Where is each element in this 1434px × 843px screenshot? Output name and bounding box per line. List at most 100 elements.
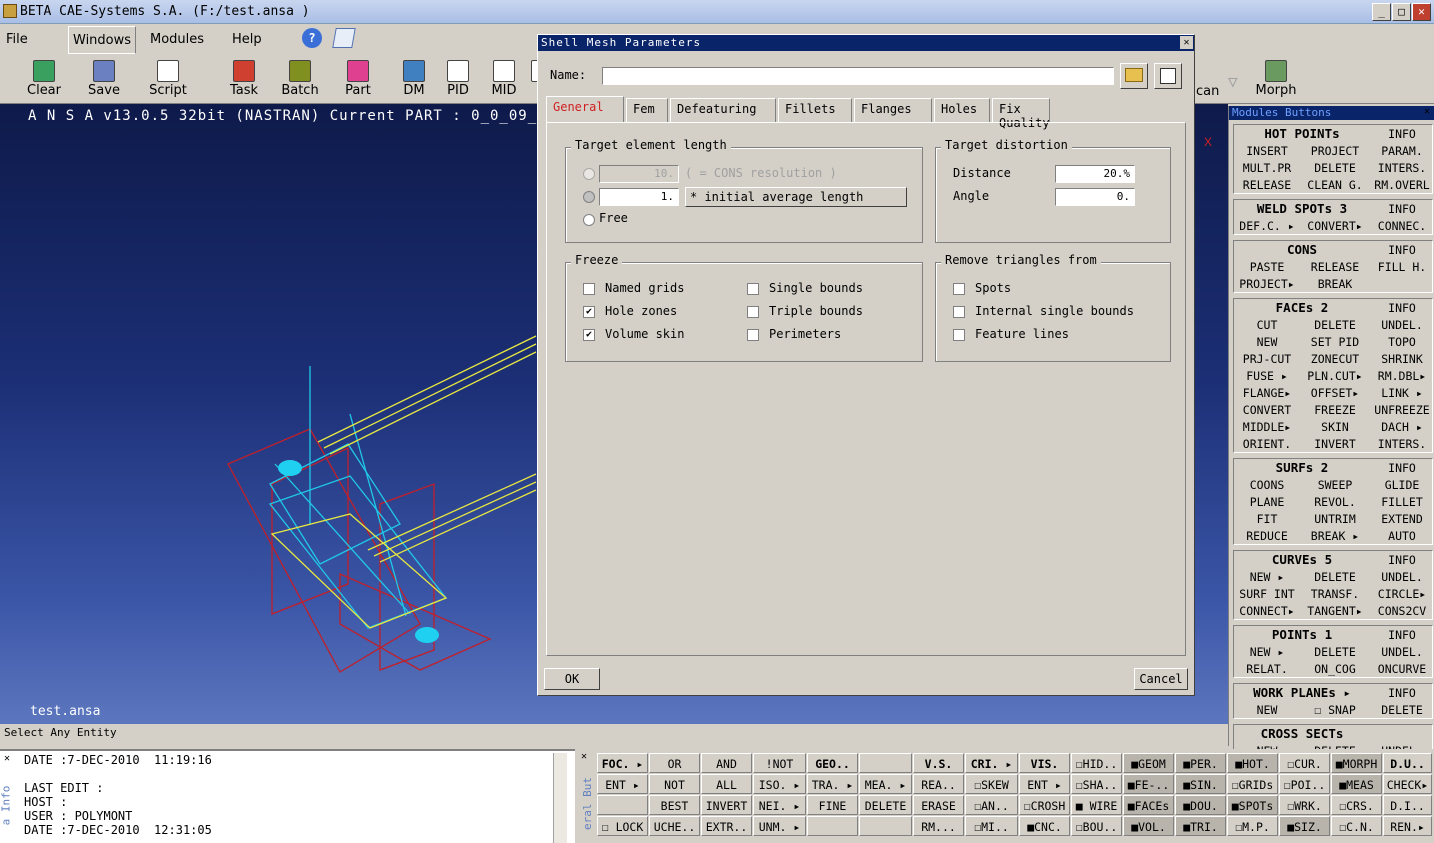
general-button[interactable]: ☐POI.. [1279,774,1330,794]
module-button[interactable]: PASTE [1234,259,1300,275]
module-group-title[interactable]: POINTs 1 [1236,627,1368,643]
module-button[interactable]: PLANE [1234,494,1300,510]
free-radio[interactable] [583,214,595,226]
general-button[interactable]: ■SIN. [1175,774,1226,794]
module-button[interactable]: FUSE ▸ [1234,368,1300,384]
general-button[interactable]: AND [701,753,752,773]
toolbar-task-button[interactable]: Task [216,58,272,102]
module-button[interactable]: NEW [1234,702,1300,718]
tab-fillets[interactable]: Fillets [778,98,852,122]
general-button[interactable]: ■GEOM [1123,753,1174,773]
general-button[interactable]: GEO.. [807,753,858,773]
general-button[interactable]: FINE [807,795,858,815]
general-button[interactable]: ■DOU. [1175,795,1226,815]
general-button[interactable]: ☐WRK. [1279,795,1330,815]
tab-flanges[interactable]: Flanges [854,98,932,122]
module-info-button[interactable]: INFO [1370,242,1434,258]
module-info-button[interactable]: INFO [1370,627,1434,643]
module-button[interactable]: RM.OVERL [1370,177,1434,193]
general-button[interactable]: ISO. ▸ [753,774,806,794]
module-button[interactable]: CONNEC. [1370,218,1434,234]
general-button[interactable]: ☐HID.. [1071,753,1122,773]
general-button[interactable]: ☐C.N. [1331,816,1382,836]
general-button[interactable]: RM... [913,816,964,836]
module-button[interactable]: OFFSET▸ [1302,385,1368,401]
module-button[interactable]: CONNECT▸ [1234,603,1300,619]
module-button[interactable]: BREAK [1302,276,1368,292]
tab-fem[interactable]: Fem [626,98,668,122]
general-button[interactable]: ■MORPH [1331,753,1382,773]
book-icon[interactable] [332,28,356,48]
module-button[interactable]: MIDDLE▸ [1234,419,1300,435]
module-info-button[interactable]: INFO [1370,552,1434,568]
module-button[interactable]: PARAM. [1370,143,1434,159]
module-button[interactable]: ONCURVE [1370,661,1434,677]
general-button[interactable]: CRI. ▸ [965,753,1018,773]
menu-windows[interactable]: Windows [68,26,137,54]
module-button[interactable]: EXTEND [1370,511,1434,527]
menu-file[interactable]: File [6,32,28,47]
general-button[interactable]: ☐SKEW [965,774,1018,794]
toolbar-part-button[interactable]: Part [330,58,386,102]
minimize-button[interactable]: _ [1372,3,1391,21]
name-input[interactable] [602,67,1114,85]
general-button[interactable]: ☐ LOCK [597,816,648,836]
module-button[interactable]: INVERT [1302,436,1368,452]
avg-radio[interactable] [583,191,595,203]
tab-fix-quality[interactable]: Fix Quality [992,98,1050,130]
module-button[interactable]: CONVERT [1234,402,1300,418]
module-button[interactable]: FILL H. [1370,259,1434,275]
module-button[interactable]: UNDEL. [1370,317,1434,333]
close-button[interactable]: ✕ [1412,3,1431,21]
module-group-title[interactable]: CONS [1236,242,1368,258]
general-button[interactable]: ■SPOTs [1227,795,1278,815]
cons-radio[interactable] [583,168,595,180]
module-button[interactable]: SHRINK [1370,351,1434,367]
freeze-perimeters-checkbox[interactable] [747,329,759,341]
tab-defeaturing[interactable]: Defeaturing [670,98,776,122]
general-button[interactable]: ☐CUR. [1279,753,1330,773]
info-close-icon[interactable]: ✕ [4,753,10,764]
module-button[interactable]: DEF.C. ▸ [1234,218,1300,234]
general-button[interactable]: VIS. [1019,753,1070,773]
general-button[interactable]: CHECK▸ [1383,774,1432,794]
toolbar-clear-button[interactable]: Clear [16,58,72,102]
module-info-button[interactable]: INFO [1370,300,1434,316]
module-info-button[interactable]: INFO [1370,460,1434,476]
module-button[interactable]: GLIDE [1370,477,1434,493]
module-button[interactable]: PLN.CUT▸ [1302,368,1368,384]
module-button[interactable]: UNDEL. [1370,644,1434,660]
module-button[interactable]: AUTO [1370,528,1434,544]
morph-button[interactable]: Morph [1248,58,1304,102]
dialog-close-button[interactable]: ✕ [1180,36,1193,49]
general-button[interactable]: ■PER. [1175,753,1226,773]
general-button[interactable]: INVERT [701,795,752,815]
general-button[interactable]: DELETE [859,795,912,815]
maximize-button[interactable]: □ [1392,3,1411,21]
module-button[interactable]: TANGENT▸ [1302,603,1368,619]
module-button[interactable]: FREEZE [1302,402,1368,418]
general-button[interactable]: ☐M.P. [1227,816,1278,836]
avg-mode-select[interactable]: * initial average length [685,187,907,207]
module-button[interactable]: REVOL. [1302,494,1368,510]
module-button[interactable]: CONS2CV [1370,603,1434,619]
general-button[interactable]: ENT ▸ [1019,774,1070,794]
module-button[interactable]: INSERT [1234,143,1300,159]
help-icon[interactable]: ? [302,28,322,48]
module-button[interactable]: RELEASE [1302,259,1368,275]
module-group-title[interactable]: FACEs 2 [1236,300,1368,316]
menu-help[interactable]: Help [232,32,262,47]
ok-button[interactable]: OK [544,668,600,690]
freeze-hole-zones-checkbox[interactable]: ✔ [583,306,595,318]
module-button[interactable]: FLANGE▸ [1234,385,1300,401]
module-button[interactable]: RELEASE [1234,177,1300,193]
general-button[interactable]: FOC. ▸ [597,753,648,773]
general-button[interactable]: ☐GRIDs [1227,774,1278,794]
module-button[interactable]: INTERS. [1370,436,1434,452]
general-button[interactable]: ■FE-.. [1123,774,1174,794]
module-group-title[interactable]: SURFs 2 [1236,460,1368,476]
freeze-named-grids-checkbox[interactable] [583,283,595,295]
module-button[interactable]: COONS [1234,477,1300,493]
freeze-volume-skin-checkbox[interactable]: ✔ [583,329,595,341]
save-settings-button[interactable] [1154,63,1182,89]
